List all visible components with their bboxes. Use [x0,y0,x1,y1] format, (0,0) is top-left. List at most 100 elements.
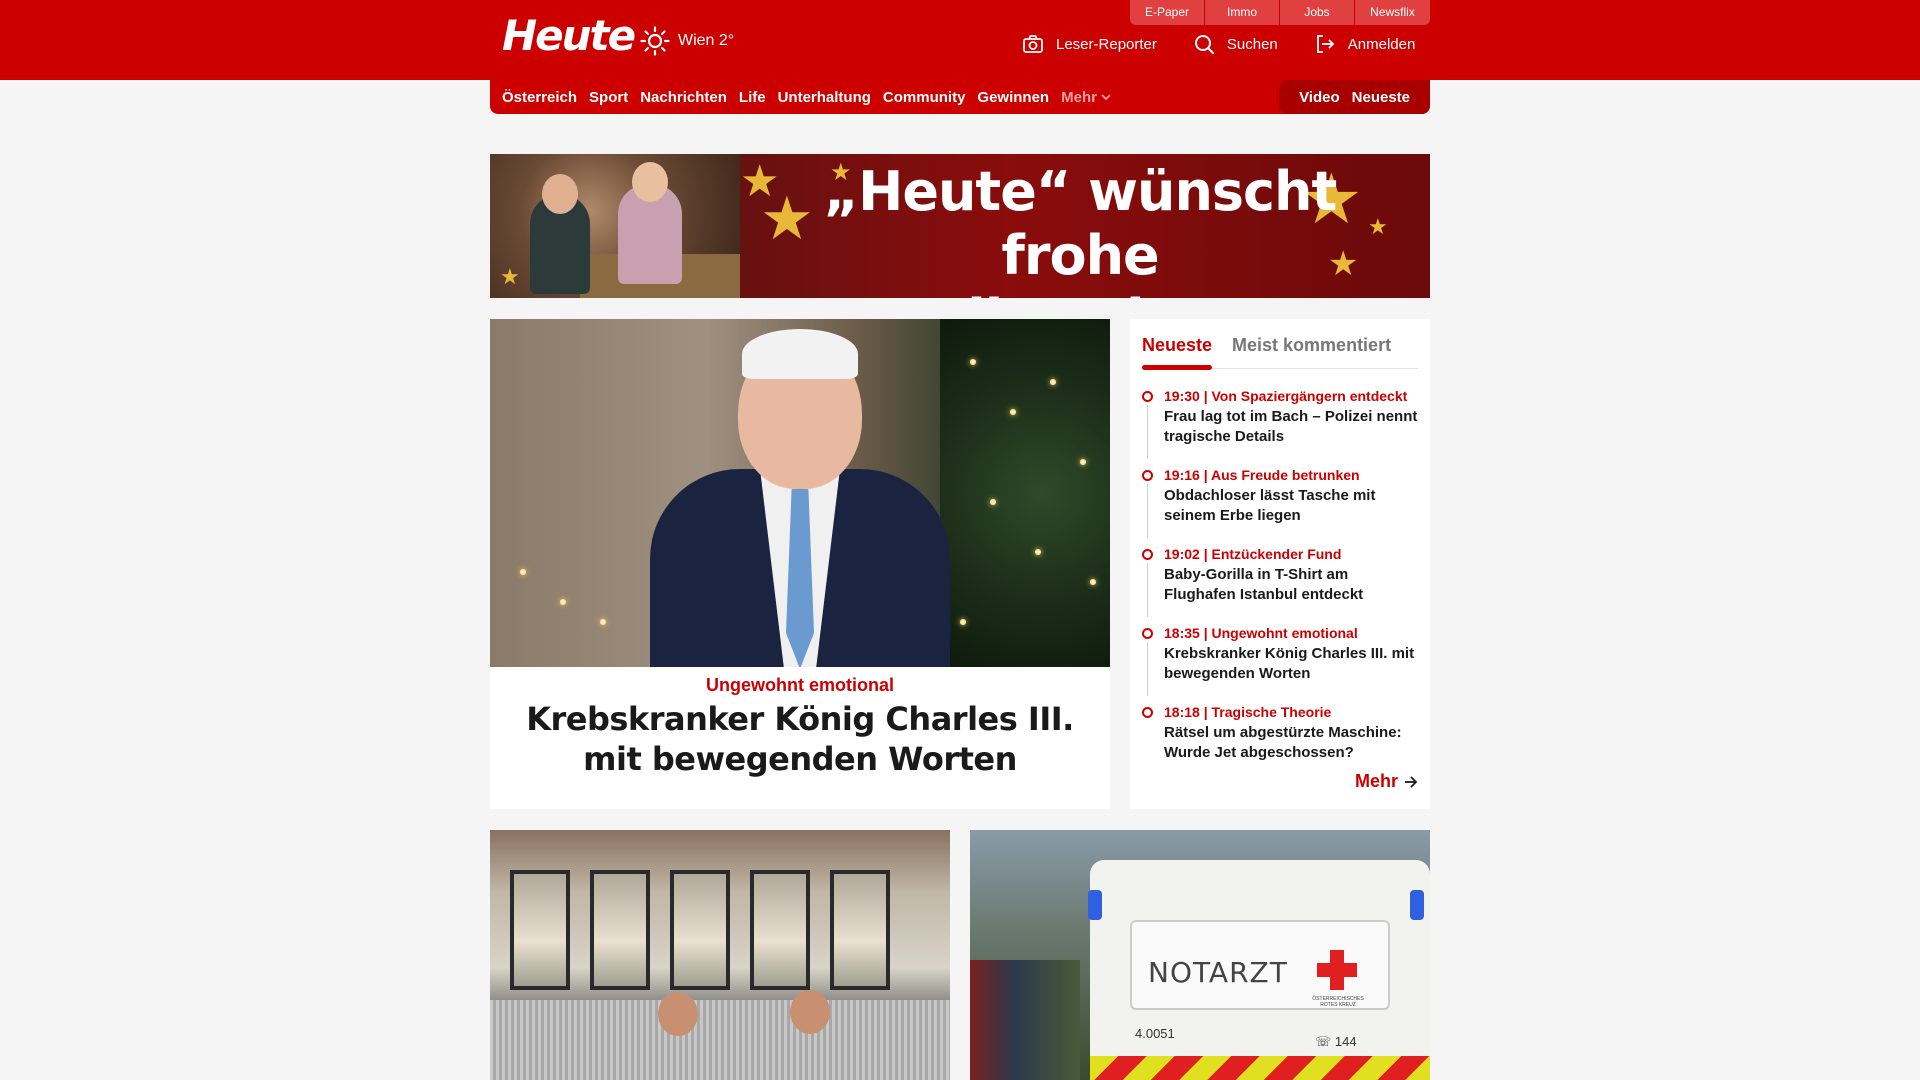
leser-reporter-label: Leser-Reporter [1056,35,1157,53]
nav-item-life[interactable]: Life [739,89,766,106]
search-icon [1194,35,1214,54]
star-icon: ★ [500,264,520,289]
tab-neueste[interactable]: Neueste [1142,327,1213,370]
sidebar-tabs: Neueste Meist kommentiert [1142,327,1418,370]
login-label: Anmelden [1347,35,1416,53]
christmas-banner[interactable]: ★ ★ ★ ★ ★ ★ ★ „Heute“ wünscht frohe Weih… [490,154,1430,298]
nav-item-unterhaltung[interactable]: Unterhaltung [778,89,871,106]
news-meta: 19:30 | Von Spaziergängern entdeckt [1164,388,1408,404]
banner-headline: „Heute“ wünscht frohe Weihnachten! [790,160,1370,298]
header-actions: Leser-Reporter Suchen Anmelden [1022,33,1415,55]
list-item[interactable]: 19:30 | Von Spaziergängern entdeckt Frau… [1142,387,1418,466]
red-cross-org-line-2: ROTES KREUZ [1320,1002,1356,1008]
list-item[interactable]: 19:02 | Entzückender Fund Baby-Gorilla i… [1142,545,1418,624]
bather-head [790,990,830,1034]
news-meta: 19:16 | Aus Freude betrunken [1164,467,1360,483]
leser-reporter-button[interactable]: Leser-Reporter [1022,33,1157,55]
child-head [632,162,668,202]
tree-light [1090,579,1096,585]
tree-light [1050,379,1056,385]
ambulance-phone: ☏ 144 [1315,1034,1357,1050]
nav-right-group: Video Neueste [1279,80,1430,114]
news-headline: Frau lag tot im Bach – Polizei nennt tra… [1164,408,1418,445]
util-link-jobs[interactable]: Jobs [1280,0,1355,25]
nav-item-oesterreich[interactable]: Österreich [502,89,577,106]
responders [970,960,1080,1080]
weather-widget[interactable]: Wien 2° [640,26,734,56]
nav-item-video[interactable]: Video [1299,89,1340,106]
util-link-newsflix[interactable]: Newsflix [1355,0,1430,25]
sidebar-more-label: Mehr [1354,771,1398,791]
util-link-immo[interactable]: Immo [1205,0,1280,25]
article-card-ambulance[interactable]: NOTARZT ÖSTERREICHISCHES ROTES KREUZ 4.0… [970,830,1430,1080]
util-link-epaper[interactable]: E-Paper [1130,0,1205,25]
red-cross-org: ÖSTERREICHISCHES ROTES KREUZ [1308,996,1368,1008]
top-header [0,0,1920,80]
banner-line-2: frohe Weihnachten! [875,224,1286,298]
tree-light [960,619,966,625]
search-label: Suchen [1226,35,1278,53]
weather-text: Wien 2° [678,32,735,49]
banner-line-1: „Heute“ wünscht [823,160,1338,223]
banner-photo [490,154,740,298]
utility-links: E-Paper Immo Jobs Newsflix [1130,0,1430,25]
camera-icon [1023,35,1043,53]
nav-item-community[interactable]: Community [883,89,966,106]
phone-icon: ☏ [1315,1034,1335,1049]
list-item[interactable]: 18:35 | Ungewohnt emotional Krebskranker… [1142,624,1418,703]
feature-kicker: Ungewohnt emotional [706,675,894,695]
blue-light [1410,890,1424,920]
feature-article[interactable]: Ungewohnt emotional Krebskranker König C… [490,319,1110,809]
news-meta: 18:18 | Tragische Theorie [1164,704,1332,720]
spa-window [830,870,890,990]
tab-meist-kommentiert[interactable]: Meist kommentiert [1232,327,1391,368]
heute-logo[interactable]: Heute [502,14,636,58]
tree-light [970,359,976,365]
timeline-dot [1142,628,1153,639]
nav-item-neueste[interactable]: Neueste [1352,89,1410,106]
nav-more-dropdown[interactable]: Mehr [1061,89,1111,106]
spa-window [750,870,810,990]
timeline-dot [1142,707,1153,718]
sidebar-more-link[interactable]: Mehr [1355,771,1418,792]
nav-item-gewinnen[interactable]: Gewinnen [977,89,1049,106]
timeline-dot [1142,391,1153,402]
nav-more-label: Mehr [1061,88,1097,106]
tree-light [520,569,526,575]
timeline-line [1147,405,1148,459]
spa-window [590,870,650,990]
login-button[interactable]: Anmelden [1314,33,1416,55]
arrow-right-icon [1405,775,1418,788]
news-meta: 19:02 | Entzückender Fund [1164,546,1342,562]
ambulance-phone-number: 144 [1334,1034,1357,1049]
red-cross-icon [1317,950,1357,990]
ambulance-number: 4.0051 [1135,1026,1175,1041]
news-headline: Rätsel um abgestürzte Maschine: Wurde Je… [1164,724,1402,761]
bather-head [658,992,698,1036]
news-headline: Obdachloser lässt Tasche mit seinem Erbe… [1164,487,1376,524]
tree-light [1080,459,1086,465]
login-icon [1316,35,1335,53]
news-headline: Baby-Gorilla in T-Shirt am Flughafen Ist… [1164,566,1364,603]
spa-window [510,870,570,990]
feature-title[interactable]: Krebskranker König Charles III. mit bewe… [510,699,1090,779]
child-head [542,174,578,214]
news-meta: 18:35 | Ungewohnt emotional [1164,625,1358,641]
main-nav: Österreich Sport Nachrichten Life Unterh… [490,80,1430,114]
sun-icon [640,26,670,56]
article-card-spa[interactable] [490,830,950,1080]
news-headline: Krebskranker König Charles III. mit bewe… [1164,645,1415,682]
spa-window [670,870,730,990]
tree-light [1035,549,1041,555]
person-hair [742,329,858,379]
timeline-line [1147,563,1148,617]
timeline-line [1147,642,1148,696]
nav-item-nachrichten[interactable]: Nachrichten [640,89,727,106]
warning-stripes [1090,1056,1430,1080]
blue-light [1088,890,1102,920]
nav-item-sport[interactable]: Sport [589,89,628,106]
search-button[interactable]: Suchen [1193,33,1278,55]
timeline-dot [1142,549,1153,560]
spa-water [490,1000,950,1080]
list-item[interactable]: 19:16 | Aus Freude betrunken Obdachloser… [1142,466,1418,545]
